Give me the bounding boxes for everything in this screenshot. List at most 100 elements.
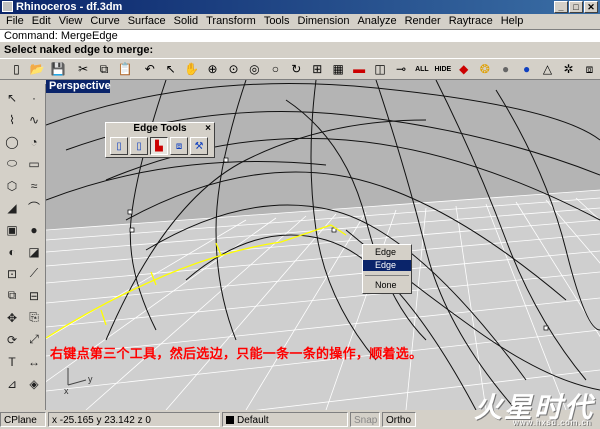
properties-icon[interactable]: ⊸ — [391, 59, 412, 79]
menu-edit[interactable]: Edit — [28, 14, 55, 28]
move-icon[interactable]: ✥ — [2, 308, 22, 327]
layer-color-swatch — [226, 416, 234, 425]
arc-icon[interactable]: ◔ — [24, 132, 44, 151]
context-item-edge-1[interactable]: Edge — [363, 247, 411, 258]
menu-file[interactable]: File — [2, 14, 28, 28]
zoom-selected-icon[interactable]: ○ — [265, 59, 286, 79]
show-edges-icon[interactable]: ▯ — [130, 137, 148, 155]
edge-tools-close-icon[interactable]: × — [205, 123, 211, 135]
pan-icon[interactable]: ✋ — [181, 59, 202, 79]
show-all-label: ALL — [415, 65, 429, 73]
context-item-edge-2[interactable]: Edge — [363, 260, 411, 271]
ellipse-icon[interactable]: ⬭ — [2, 154, 22, 173]
window-title: Rhinoceros - df.3dm — [16, 1, 123, 13]
zoom-dynamic-icon[interactable]: ⊙ — [223, 59, 244, 79]
sphere-tool-icon[interactable]: ● — [24, 220, 44, 239]
render-tool-icon[interactable]: ◈ — [24, 374, 44, 393]
merge-edge-icon[interactable]: ▙ — [150, 137, 168, 155]
maximize-button[interactable]: □ — [569, 1, 583, 13]
polygon-icon[interactable]: ⬡ — [2, 176, 22, 195]
current-layer[interactable]: Default — [222, 412, 348, 427]
loft-icon[interactable]: ⌒ — [24, 198, 44, 217]
open-icon[interactable]: 📂 — [27, 59, 48, 79]
new-icon[interactable]: ▯ — [6, 59, 27, 79]
show-icon[interactable]: ALL — [411, 59, 432, 79]
tutorial-annotation: 右键点第三个工具，然后选边，只能一条一条的操作，顺着选。 — [50, 346, 423, 361]
menu-solid[interactable]: Solid — [170, 14, 202, 28]
split-edge-icon[interactable]: ▯ — [110, 137, 128, 155]
light-icon[interactable]: △ — [537, 59, 558, 79]
edge-tools-title: Edge Tools — [133, 123, 187, 134]
boolean-icon[interactable]: ◐ — [2, 242, 22, 261]
freeform-icon[interactable]: ≈ — [24, 176, 44, 195]
zoom-window-icon[interactable]: ⊕ — [202, 59, 223, 79]
environment-icon[interactable]: ● — [516, 59, 537, 79]
status-bar: CPlane x -25.165 y 23.142 z 0 Default Sn… — [0, 410, 600, 429]
grid-icon[interactable]: ▦ — [328, 59, 349, 79]
dimension-icon[interactable]: ↔ — [24, 352, 44, 371]
paste-icon[interactable]: 📋 — [115, 59, 136, 79]
settings-icon[interactable]: ✲ — [558, 59, 579, 79]
svg-text:y: y — [88, 374, 93, 384]
menu-raytrace[interactable]: Raytrace — [445, 14, 497, 28]
hide-icon[interactable]: HIDE — [432, 59, 453, 79]
menu-bar: File Edit View Curve Surface Solid Trans… — [0, 14, 600, 28]
point-icon[interactable]: · — [24, 88, 44, 107]
circle-icon[interactable]: ◯ — [2, 132, 22, 151]
copy-icon[interactable]: ⧉ — [94, 59, 115, 79]
zoom-extents-icon[interactable]: ◎ — [244, 59, 265, 79]
cut-icon[interactable]: ✂ — [73, 59, 94, 79]
rebuild-edges-icon[interactable]: ⚒ — [190, 137, 208, 155]
snap-toggle[interactable]: Snap — [350, 412, 380, 427]
app-icon — [2, 1, 13, 12]
select-arrow-icon[interactable]: ↖ — [2, 88, 22, 107]
solid-edit-icon[interactable]: ◪ — [24, 242, 44, 261]
menu-transform[interactable]: Transform — [202, 14, 260, 28]
rotate-view-icon[interactable]: ↻ — [286, 59, 307, 79]
save-icon[interactable]: 💾 — [48, 59, 69, 79]
color-wheel-icon[interactable]: ❂ — [474, 59, 495, 79]
scale-icon[interactable]: ⤢ — [24, 330, 44, 349]
analyze-icon[interactable]: ⊿ — [2, 374, 22, 393]
context-item-none[interactable]: None — [363, 280, 411, 291]
polyline-icon[interactable]: ⌇ — [2, 110, 22, 129]
menu-view[interactable]: View — [55, 14, 87, 28]
title-bar: Rhinoceros - df.3dm _ □ ✕ — [0, 0, 600, 14]
shade-icon[interactable]: ◆ — [453, 59, 474, 79]
menu-surface[interactable]: Surface — [124, 14, 170, 28]
close-button[interactable]: ✕ — [584, 1, 598, 13]
car-icon[interactable]: ▬ — [349, 59, 370, 79]
command-history: Command: MergeEdge — [0, 29, 600, 42]
menu-dimension[interactable]: Dimension — [294, 14, 354, 28]
box-icon[interactable]: ▣ — [2, 220, 22, 239]
select-icon[interactable]: ↖ — [160, 59, 181, 79]
four-view-icon[interactable]: ⊞ — [307, 59, 328, 79]
rotate-icon[interactable]: ⟳ — [2, 330, 22, 349]
copy-tool-icon[interactable]: ⎘ — [24, 308, 44, 327]
command-prompt[interactable]: Select naked edge to merge: — [0, 43, 600, 57]
cplane-indicator[interactable]: CPlane — [0, 412, 46, 427]
menu-render[interactable]: Render — [401, 14, 445, 28]
undo-icon[interactable]: ↶ — [139, 59, 160, 79]
menu-analyze[interactable]: Analyze — [353, 14, 400, 28]
join-icon[interactable]: ⧉ — [2, 286, 22, 305]
viewport-title[interactable]: Perspective — [46, 80, 111, 93]
menu-help[interactable]: Help — [497, 14, 528, 28]
minimize-button[interactable]: _ — [554, 1, 568, 13]
svg-text:x: x — [64, 386, 69, 396]
ortho-toggle[interactable]: Ortho — [382, 412, 416, 427]
edit-point-icon[interactable]: ⊡ — [2, 264, 22, 283]
context-separator — [365, 275, 409, 276]
sphere-icon[interactable]: ● — [495, 59, 516, 79]
render-icon[interactable]: ⧈ — [579, 59, 600, 79]
trim-icon[interactable]: ⟋ — [24, 264, 44, 283]
layer-icon[interactable]: ◫ — [370, 59, 391, 79]
menu-tools[interactable]: Tools — [260, 14, 294, 28]
menu-curve[interactable]: Curve — [86, 14, 123, 28]
split-icon[interactable]: ⊟ — [24, 286, 44, 305]
rectangle-icon[interactable]: ▭ — [24, 154, 44, 173]
curve-icon[interactable]: ∿ — [24, 110, 44, 129]
surface-icon[interactable]: ◢ — [2, 198, 22, 217]
join-edge-icon[interactable]: ⧈ — [170, 137, 188, 155]
text-icon[interactable]: T — [2, 352, 22, 371]
